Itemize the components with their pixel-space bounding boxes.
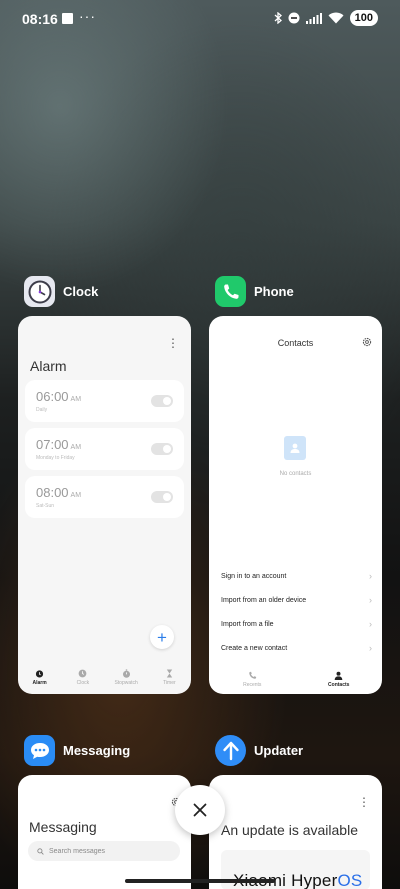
alarm-time: 08:00 AM xyxy=(36,485,82,500)
battery-indicator: 100 xyxy=(349,10,378,26)
alarm-toggle xyxy=(151,395,173,407)
arrow-up-icon xyxy=(215,735,246,766)
bluetooth-icon xyxy=(274,12,282,24)
alarm-icon xyxy=(36,669,44,678)
screen-title: Alarm xyxy=(30,358,67,374)
alarm-item: 07:00 AM Monday to Friday xyxy=(25,428,184,470)
alarm-time: 06:00 AM xyxy=(36,389,82,404)
app-name: Messaging xyxy=(63,743,131,758)
updater-app-header[interactable]: Updater xyxy=(215,735,303,766)
nav-recents: Recents xyxy=(232,664,272,694)
screen-title: Contacts xyxy=(277,338,314,348)
chevron-right-icon: › xyxy=(369,643,372,653)
updater-app-card[interactable]: ⋮ An update is available Xiaomi HyperOS xyxy=(209,775,382,889)
nav-stopwatch: Stopwatch xyxy=(106,660,146,694)
status-bar: 08:16 ··· 100 xyxy=(0,0,400,38)
chevron-right-icon: › xyxy=(369,571,372,581)
more-options-icon: ⋮ xyxy=(167,336,179,350)
gesture-navigation-handle[interactable] xyxy=(125,879,275,883)
close-icon xyxy=(193,803,207,817)
app-name: Phone xyxy=(254,284,294,299)
messaging-app-card[interactable]: Messaging xyxy=(18,775,191,889)
do-not-disturb-icon xyxy=(288,12,300,24)
stopwatch-icon xyxy=(122,668,130,678)
clock-icon xyxy=(79,669,87,677)
chevron-right-icon: › xyxy=(369,619,372,629)
screen-title: An update is available xyxy=(221,822,358,838)
search-input xyxy=(49,847,169,855)
alarm-repeat: Sat-Sun xyxy=(36,503,55,509)
add-alarm-button: + xyxy=(150,625,174,649)
alarm-toggle xyxy=(151,443,173,455)
contacts-option-row: Import from a file › xyxy=(221,619,372,629)
status-time: 08:16 xyxy=(22,11,58,27)
contacts-option-row: Create a new contact › xyxy=(221,643,372,653)
alarm-repeat: Daily xyxy=(36,407,48,413)
nav-clock: Clock xyxy=(63,660,103,694)
hourglass-icon xyxy=(166,668,173,678)
person-icon xyxy=(334,671,343,680)
more-options-icon: ⋮ xyxy=(358,795,370,809)
phone-bottom-nav: Recents Contacts xyxy=(209,664,382,694)
app-name: Updater xyxy=(254,743,304,758)
alarm-time: 07:00 AM xyxy=(36,437,82,452)
phone-icon xyxy=(215,276,246,307)
alarm-item: 08:00 AM Sat-Sun xyxy=(25,476,184,518)
alarm-item: 06:00 AM Daily xyxy=(25,380,184,422)
clock-icon xyxy=(24,276,55,307)
alarm-toggle xyxy=(151,491,173,503)
nav-timer: Timer xyxy=(149,660,189,694)
screen-title: Messaging xyxy=(29,819,97,835)
nav-contacts: Contacts xyxy=(319,664,359,694)
settings-gear-icon xyxy=(362,337,372,347)
wifi-icon xyxy=(328,12,344,24)
empty-state-text: No contacts xyxy=(279,471,312,477)
search-bar xyxy=(28,841,180,861)
contacts-option-row: Import from an older device › xyxy=(221,595,372,605)
nav-alarm: Alarm xyxy=(20,660,60,694)
alarm-repeat: Monday to Friday xyxy=(36,455,75,461)
empty-contacts-icon xyxy=(284,436,306,460)
chat-bubble-icon xyxy=(24,735,55,766)
clock-bottom-nav: Alarm Clock Stopwatch Timer xyxy=(18,660,191,694)
phone-icon xyxy=(249,671,256,679)
more-notifications-icon: ··· xyxy=(79,8,96,24)
close-all-button[interactable] xyxy=(175,785,225,835)
chevron-right-icon: › xyxy=(369,595,372,605)
clock-app-header[interactable]: Clock xyxy=(24,276,98,307)
app-name: Clock xyxy=(63,284,99,299)
search-icon xyxy=(37,847,44,855)
notification-square-icon xyxy=(62,13,73,24)
clock-app-card[interactable]: ⋮ Alarm 06:00 AM Daily 07:00 AM Monday to … xyxy=(18,316,191,694)
phone-app-header[interactable]: Phone xyxy=(215,276,294,307)
messaging-app-header[interactable]: Messaging xyxy=(24,735,130,766)
signal-icon xyxy=(305,12,322,24)
phone-app-card[interactable]: Contacts No contacts Sign in to an accou… xyxy=(209,316,382,694)
plus-icon: + xyxy=(157,627,167,647)
status-icons: 100 xyxy=(274,10,378,26)
contacts-option-row: Sign in to an account › xyxy=(221,571,372,581)
